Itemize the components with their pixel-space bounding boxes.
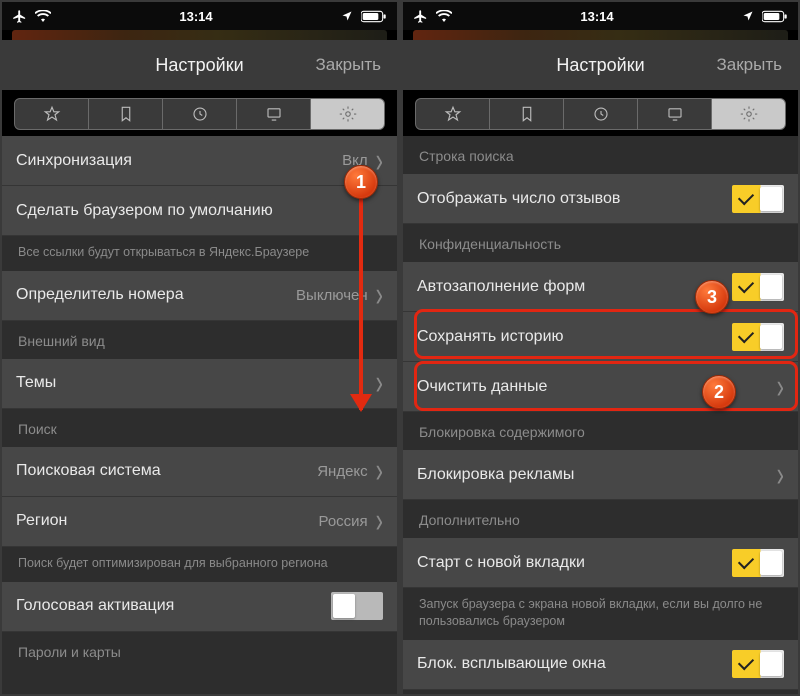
row-adblock[interactable]: Блокировка рекламы › [403, 450, 798, 500]
battery-icon [361, 10, 387, 23]
wifi-icon [436, 10, 452, 22]
footer-default-browser: Все ссылки будут открываться в Яндекс.Бр… [2, 236, 397, 271]
row-search-engine[interactable]: Поисковая система Яндекс › [2, 447, 397, 497]
chevron-right-icon: › [376, 366, 383, 401]
row-value: Выключен [296, 287, 368, 304]
callout-marker-2: 2 [702, 375, 736, 409]
tab-preview-strip [413, 30, 788, 40]
row-default-browser[interactable]: Сделать браузером по умолчанию [2, 186, 397, 236]
row-clear-data[interactable]: Очистить данные › [403, 362, 798, 412]
row-label: Определитель номера [16, 286, 296, 304]
row-label: Блокировка рекламы [417, 466, 777, 484]
section-appearance: Внешний вид [2, 321, 397, 359]
chevron-right-icon: › [777, 369, 784, 404]
tab-history[interactable] [564, 99, 638, 129]
footer-region: Поиск будет оптимизирован для выбранного… [2, 547, 397, 582]
row-autofill[interactable]: Автозаполнение форм [403, 262, 798, 312]
row-region[interactable]: Регион Россия › [2, 497, 397, 547]
callout-marker-1: 1 [344, 165, 378, 199]
tab-settings[interactable] [311, 99, 384, 129]
section-search: Поиск [2, 409, 397, 447]
airplane-mode-icon [413, 9, 428, 24]
row-voice-activation[interactable]: Голосовая активация [2, 582, 397, 632]
section-extra: Дополнительно [403, 500, 798, 538]
right-screen: 13:14 Настройки Закрыть Строка поиск [403, 2, 798, 694]
section-content-blocking: Блокировка содержимого [403, 412, 798, 450]
row-label: Сохранять историю [417, 328, 732, 346]
category-tabs [415, 98, 786, 130]
category-tabs [14, 98, 385, 130]
tab-preview-strip [12, 30, 387, 40]
row-label: Блок. всплывающие окна [417, 655, 732, 673]
row-themes[interactable]: Темы › [2, 359, 397, 409]
location-icon [341, 10, 353, 22]
clock: 13:14 [179, 9, 212, 24]
row-reviews-count[interactable]: Отображать число отзывов [403, 174, 798, 224]
clock: 13:14 [580, 9, 613, 24]
settings-list[interactable]: Строка поиска Отображать число отзывов К… [403, 136, 798, 694]
left-screen: 13:14 Настройки Закрыть Син [2, 2, 397, 694]
section-passwords: Пароли и карты [2, 632, 397, 670]
row-value: Яндекс [317, 463, 367, 480]
row-caller-id[interactable]: Определитель номера Выключен › [2, 271, 397, 321]
row-sync[interactable]: Синхронизация Вкл › [2, 136, 397, 186]
toggle-save-history[interactable] [732, 323, 784, 351]
status-bar: 13:14 [2, 2, 397, 30]
row-label: Голосовая активация [16, 597, 331, 615]
tab-devices[interactable] [237, 99, 311, 129]
location-icon [742, 10, 754, 22]
row-label: Поисковая система [16, 462, 317, 480]
row-label: Регион [16, 512, 318, 530]
chevron-right-icon: › [376, 504, 383, 539]
row-value: Россия [318, 513, 367, 530]
settings-header: Настройки Закрыть [403, 40, 798, 90]
chevron-right-icon: › [376, 278, 383, 313]
settings-header: Настройки Закрыть [2, 40, 397, 90]
settings-list[interactable]: Синхронизация Вкл › Сделать браузером по… [2, 136, 397, 694]
row-label: Темы [16, 374, 376, 392]
status-bar: 13:14 [403, 2, 798, 30]
tab-bookmarks[interactable] [89, 99, 163, 129]
airplane-mode-icon [12, 9, 27, 24]
row-label: Сделать браузером по умолчанию [16, 202, 383, 220]
toggle-new-tab[interactable] [732, 549, 784, 577]
tab-favorites[interactable] [416, 99, 490, 129]
toggle-popups[interactable] [732, 650, 784, 678]
callout-marker-3: 3 [695, 280, 729, 314]
tab-history[interactable] [163, 99, 237, 129]
row-new-tab-start[interactable]: Старт с новой вкладки [403, 538, 798, 588]
chevron-right-icon: › [777, 457, 784, 492]
chevron-right-icon: › [376, 454, 383, 489]
page-title: Настройки [403, 55, 798, 76]
tab-devices[interactable] [638, 99, 712, 129]
section-privacy: Конфиденциальность [403, 224, 798, 262]
row-label: Старт с новой вкладки [417, 554, 732, 572]
toggle-voice[interactable] [331, 592, 383, 620]
page-title: Настройки [2, 55, 397, 76]
section-search-bar: Строка поиска [403, 136, 798, 174]
row-label: Автозаполнение форм [417, 278, 732, 296]
toggle-autofill[interactable] [732, 273, 784, 301]
chevron-right-icon: › [376, 143, 383, 178]
tab-bookmarks[interactable] [490, 99, 564, 129]
tab-settings[interactable] [712, 99, 785, 129]
battery-icon [762, 10, 788, 23]
row-label: Отображать число отзывов [417, 190, 732, 208]
toggle-reviews[interactable] [732, 185, 784, 213]
row-label: Синхронизация [16, 152, 342, 170]
row-save-history[interactable]: Сохранять историю [403, 312, 798, 362]
scroll-arrow [359, 192, 363, 410]
row-block-popups[interactable]: Блок. всплывающие окна [403, 640, 798, 690]
footer-new-tab: Запуск браузера с экрана новой вкладки, … [403, 588, 798, 640]
tab-favorites[interactable] [15, 99, 89, 129]
wifi-icon [35, 10, 51, 22]
